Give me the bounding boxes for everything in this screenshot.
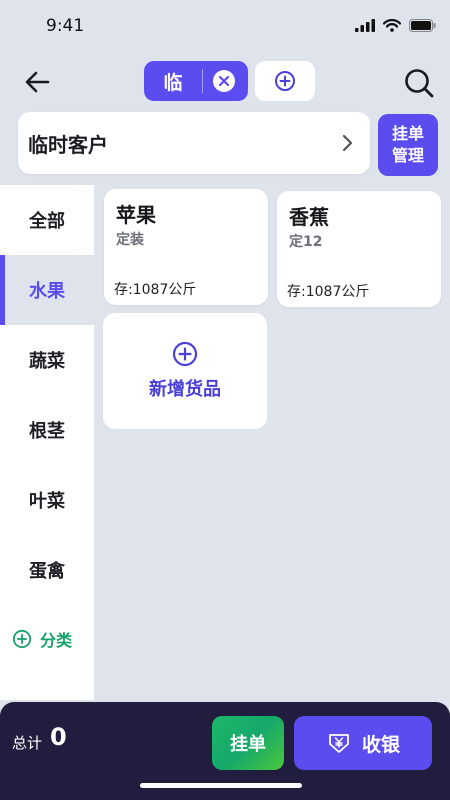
status-time: 9:41 (46, 16, 85, 36)
hang-order-button[interactable]: 挂单 (212, 716, 284, 770)
hang-order-label: 挂单 (230, 734, 266, 755)
sidebar-item-label: 蛋禽 (29, 561, 65, 582)
add-category-button[interactable]: 分类 (12, 627, 72, 651)
sidebar-item-label: 全部 (29, 211, 65, 232)
cellular-signal-icon (355, 19, 375, 32)
checkout-button[interactable]: 收银 (294, 716, 432, 770)
plus-circle-icon (12, 629, 32, 649)
pending-button-line1: 挂单 (391, 124, 424, 143)
pending-orders-button[interactable]: 挂单 管理 (378, 114, 438, 176)
battery-icon (409, 19, 436, 32)
sidebar-item-vegetables[interactable]: 蔬菜 (0, 325, 94, 395)
close-tab-button[interactable] (213, 70, 235, 92)
checkout-label: 收银 (361, 733, 400, 756)
chevron-right-icon (342, 134, 353, 152)
total-label: 总计 (12, 734, 43, 752)
sidebar-item-leafy-greens[interactable]: 叶菜 (0, 465, 94, 535)
sidebar-item-label: 蔬菜 (29, 351, 65, 372)
order-tab-label: 临 (163, 71, 183, 94)
sidebar-item-root-vegetables[interactable]: 根茎 (0, 395, 94, 465)
sidebar-item-label: 叶菜 (29, 491, 65, 512)
add-product-button[interactable]: 新增货品 (103, 313, 267, 429)
product-stock: 存:1087公斤 (114, 282, 197, 298)
product-spec: 定12 (289, 234, 323, 250)
category-sidebar: 全部 水果 蔬菜 根茎 叶菜 蛋禽 分类 (0, 185, 94, 700)
customer-name: 临时客户 (28, 133, 108, 157)
sidebar-item-all[interactable]: 全部 (0, 185, 94, 255)
back-button[interactable] (22, 66, 54, 98)
customer-selector[interactable]: 临时客户 (18, 112, 370, 174)
status-bar: 9:41 (0, 0, 450, 52)
product-name: 苹果 (116, 203, 156, 227)
product-spec: 定装 (116, 232, 144, 248)
product-card-apple[interactable]: 苹果 定装 存:1087公斤 (104, 189, 268, 305)
sidebar-item-fruit[interactable]: 水果 (0, 255, 94, 325)
back-arrow-icon (25, 71, 50, 93)
status-icons (355, 19, 436, 32)
search-button[interactable] (402, 66, 436, 100)
plus-circle-icon (275, 71, 295, 91)
order-tab-chip[interactable]: 临 (144, 61, 248, 101)
product-name: 香蕉 (289, 205, 329, 229)
close-icon (218, 75, 230, 87)
add-category-label: 分类 (40, 631, 73, 650)
add-product-label: 新增货品 (149, 379, 221, 400)
tab-chip-divider (202, 69, 203, 93)
product-card-banana[interactable]: 香蕉 定12 存:1087公斤 (277, 191, 441, 307)
sidebar-item-eggs-poultry[interactable]: 蛋禽 (0, 535, 94, 605)
add-order-tab-button[interactable] (255, 61, 315, 101)
sidebar-item-label: 水果 (29, 281, 65, 302)
pending-button-line2: 管理 (391, 146, 424, 165)
top-bar: 临 (0, 58, 450, 108)
wifi-icon (383, 19, 401, 32)
search-icon (405, 69, 434, 98)
total-value: 0 (50, 723, 67, 751)
home-indicator (140, 783, 302, 788)
sidebar-item-label: 根茎 (29, 421, 65, 442)
plus-circle-icon (172, 341, 198, 367)
yen-shield-icon (329, 734, 349, 753)
product-stock: 存:1087公斤 (287, 284, 370, 300)
